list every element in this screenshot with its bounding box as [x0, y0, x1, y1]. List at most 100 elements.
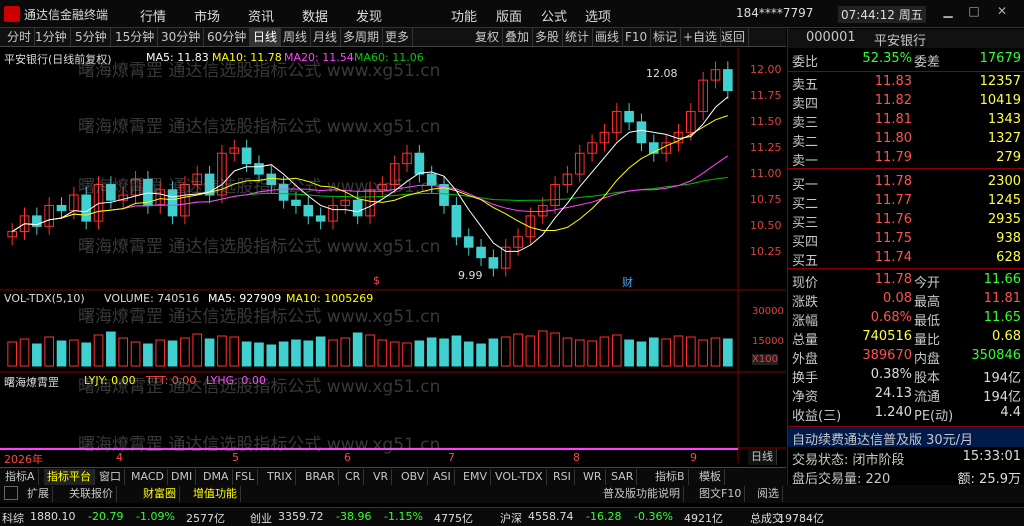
indicator-tab-8[interactable]: BRAR	[302, 469, 339, 485]
expand-toggle-icon[interactable]	[4, 486, 18, 500]
minimize-icon[interactable]: ▁	[940, 4, 956, 20]
toolbar-12[interactable]: 叠加	[502, 28, 534, 46]
buy-level-1[interactable]: 买一 11.78 2300	[788, 173, 1024, 193]
toolbar-5[interactable]: 60分钟	[204, 28, 251, 46]
ext-value-added[interactable]: 增值功能	[190, 486, 241, 502]
ext-help[interactable]: 普及版功能说明	[600, 486, 684, 502]
menu-shuju[interactable]: 数据	[302, 6, 328, 25]
stock-name[interactable]: 平安银行	[874, 30, 926, 49]
sell-volume: 279	[996, 150, 1021, 165]
menu-xuanxiang[interactable]: 选项	[585, 6, 611, 25]
toolbar-0[interactable]: 分时	[4, 28, 36, 46]
stock-code[interactable]: 000001	[806, 30, 856, 45]
menu-gongshi[interactable]: 公式	[541, 6, 567, 25]
ext-reading[interactable]: 阅选	[754, 486, 783, 502]
user-account[interactable]: 184****7797	[736, 6, 813, 20]
toolbar-16[interactable]: F10	[622, 28, 652, 46]
toolbar-3[interactable]: 15分钟	[112, 28, 159, 46]
volume-bar	[636, 341, 647, 367]
toolbar-1[interactable]: 1分钟	[32, 28, 71, 46]
indicator-tab-6[interactable]: FSL	[232, 469, 259, 485]
promo-banner[interactable]: 自动续费通达信普及版 30元/月	[792, 429, 973, 448]
toolbar-14[interactable]: 统计	[562, 28, 594, 46]
toolbar-4[interactable]: 30分钟	[158, 28, 205, 46]
toolbar-8[interactable]: 月线	[310, 28, 342, 46]
indicator-tab-13[interactable]: EMV	[460, 469, 491, 485]
volume-bar	[574, 339, 585, 367]
menu-gongneng[interactable]: 功能	[451, 6, 477, 25]
toolbar-13[interactable]: 多股	[532, 28, 564, 46]
menu-zixun[interactable]: 资讯	[248, 6, 274, 25]
indicator-tab-7[interactable]: TRIX	[264, 469, 297, 485]
stat-label: 收益(三)	[792, 409, 842, 424]
indicator-tab-12[interactable]: ASI	[430, 469, 455, 485]
indicator-tab-5[interactable]: DMA	[200, 469, 233, 485]
toolbar-19[interactable]: 返回	[718, 28, 750, 46]
indicator-tab-18[interactable]: 指标B	[652, 469, 689, 485]
maximize-icon[interactable]: □	[966, 4, 982, 20]
indicator-tab-11[interactable]: OBV	[398, 469, 429, 485]
candle-body	[291, 199, 301, 206]
toolbar-6[interactable]: 日线	[250, 28, 282, 46]
event-marker-s[interactable]: $	[373, 274, 380, 287]
low-marker: 9.99	[458, 269, 483, 282]
toolbar-15[interactable]: 画线	[592, 28, 624, 46]
indicator-tab-4[interactable]: DMI	[168, 469, 197, 485]
stat-value-2: 11.66	[983, 272, 1021, 287]
stat-label-2: 今开	[914, 276, 941, 291]
menu-hangqing[interactable]: 行情	[140, 6, 166, 25]
indicator-tab-16[interactable]: WR	[580, 469, 606, 485]
status-a: 2577亿	[186, 512, 225, 525]
quote-panel: 000001 平安银行 委比 52.35% 委差 17679 卖五 11.83 12…	[787, 28, 1024, 498]
sell-level-1[interactable]: 卖一 11.79 279	[788, 149, 1024, 169]
status-n: 沪深	[500, 512, 522, 525]
buy-level-2[interactable]: 买二 11.77 1245	[788, 192, 1024, 212]
event-marker-cai[interactable]: 财	[622, 274, 633, 290]
buy-label: 买五	[792, 254, 819, 269]
volume-bar	[587, 340, 597, 367]
buy-volume: 938	[996, 231, 1021, 246]
toolbar-17[interactable]: 标记	[650, 28, 682, 46]
buy-level-5[interactable]: 买五 11.74 628	[788, 249, 1024, 269]
volume-bar	[44, 336, 55, 367]
menu-shichang[interactable]: 市场	[194, 6, 220, 25]
volume-bar	[93, 334, 104, 367]
menu-faxian[interactable]: 发现	[356, 6, 382, 25]
buy-level-3[interactable]: 买三 11.76 2935	[788, 211, 1024, 231]
status-d: -16.28	[586, 510, 622, 523]
toolbar-18[interactable]: +自选	[680, 28, 722, 46]
stat-value: 0.08	[883, 291, 912, 306]
ext-wealth-circle[interactable]: 财富圈	[140, 486, 180, 502]
indicator-tab-19[interactable]: 模板	[696, 469, 725, 485]
indicator-tab-2[interactable]: 窗口	[96, 469, 125, 485]
indicator-tab-15[interactable]: RSI	[550, 469, 575, 485]
indicator-tab-10[interactable]: VR	[370, 469, 393, 485]
indicator-tab-0[interactable]: 指标A	[2, 469, 39, 485]
ext-f10[interactable]: 图文F10	[696, 486, 746, 502]
divider	[788, 268, 1024, 269]
price-tick-4: 11.00	[750, 167, 782, 181]
sell-level-3[interactable]: 卖三 11.81 1343	[788, 111, 1024, 131]
menu-banmian[interactable]: 版面	[496, 6, 522, 25]
volume-bar	[426, 337, 437, 367]
sell-level-4[interactable]: 卖四 11.82 10419	[788, 92, 1024, 112]
indicator-tab-14[interactable]: VOL-TDX	[492, 469, 547, 485]
sell-level-5[interactable]: 卖五 11.83 12357	[788, 73, 1024, 93]
close-icon[interactable]: ✕	[994, 4, 1010, 20]
toolbar-11[interactable]: 复权	[472, 28, 504, 46]
toolbar-7[interactable]: 周线	[280, 28, 312, 46]
buy-label: 买一	[792, 178, 819, 193]
ext-expand[interactable]: 扩展	[24, 486, 53, 502]
indicator-tab-17[interactable]: SAR	[608, 469, 638, 485]
toolbar-10[interactable]: 更多	[382, 28, 414, 46]
indicator-tab-9[interactable]: CR	[342, 469, 365, 485]
toolbar-2[interactable]: 5分钟	[72, 28, 111, 46]
ext-related-quote[interactable]: 关联报价	[66, 486, 117, 502]
stat-label: 外盘	[792, 352, 819, 367]
volume-bar	[229, 336, 240, 367]
indicator-tab-3[interactable]: MACD	[128, 469, 168, 485]
sell-level-2[interactable]: 卖二 11.80 1327	[788, 130, 1024, 150]
indicator-tab-1[interactable]: 指标平台	[44, 469, 95, 485]
toolbar-9[interactable]: 多周期	[340, 28, 384, 46]
buy-level-4[interactable]: 买四 11.75 938	[788, 230, 1024, 250]
